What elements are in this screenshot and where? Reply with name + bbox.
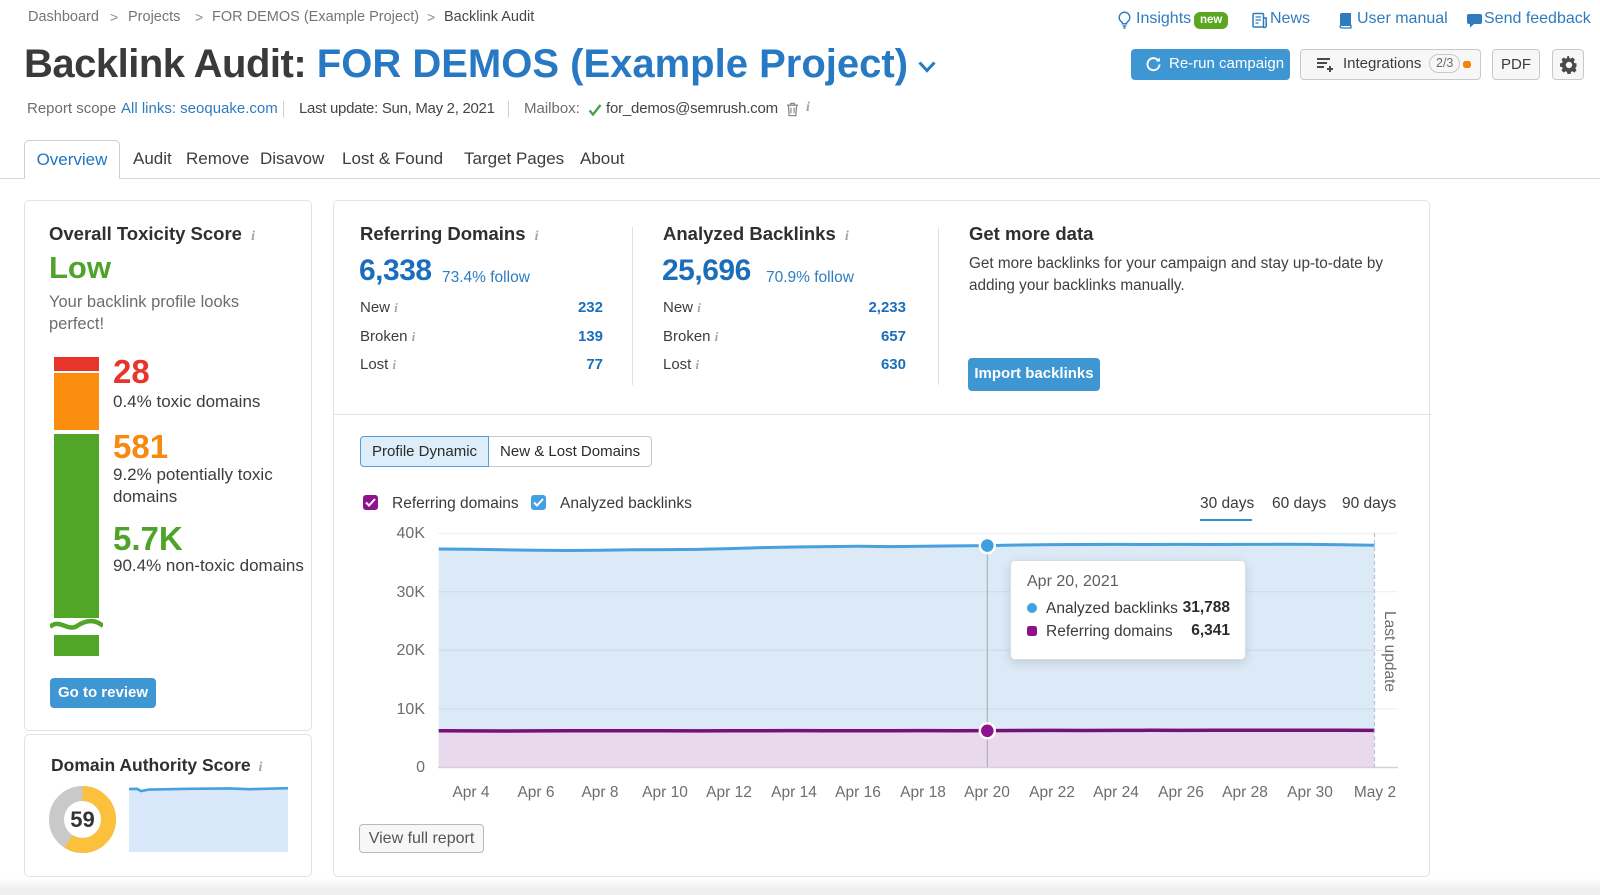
svg-text:59: 59 <box>70 807 94 832</box>
